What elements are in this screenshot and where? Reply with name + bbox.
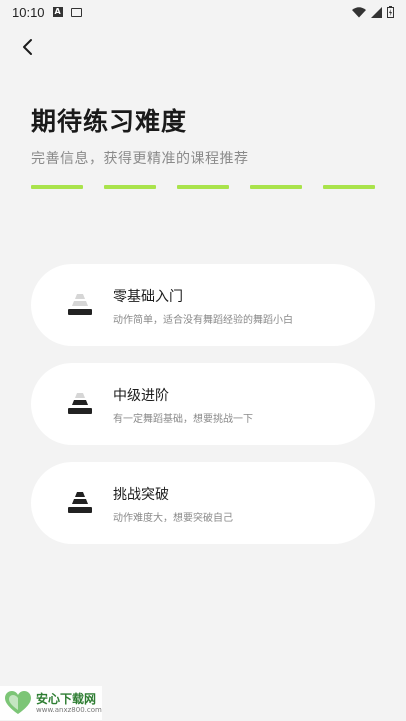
notification-card-icon: [70, 7, 82, 17]
watermark: 安心下载网 www.anxz800.com: [0, 686, 102, 720]
notification-a-icon: A: [52, 7, 63, 17]
option-description: 动作简单，适合没有舞蹈经验的舞蹈小白: [113, 315, 293, 326]
heart-logo-icon: [5, 691, 31, 714]
difficulty-level-icon: [68, 393, 92, 414]
progress-step: [250, 185, 302, 189]
signal-icon: [371, 6, 382, 18]
status-bar: 10:10 A: [0, 0, 406, 24]
option-description: 动作难度大，想要突破自己: [113, 513, 233, 524]
progress-step: [323, 185, 375, 189]
difficulty-level-icon: [68, 294, 92, 315]
progress-bar: [31, 185, 375, 189]
watermark-title: 安心下载网: [36, 691, 97, 706]
option-beginner[interactable]: 零基础入门 动作简单，适合没有舞蹈经验的舞蹈小白: [31, 264, 375, 346]
page-title: 期待练习难度: [31, 107, 188, 136]
difficulty-level-icon: [68, 492, 92, 513]
chevron-left-icon: [23, 39, 32, 55]
option-description: 有一定舞蹈基础，想要挑战一下: [113, 414, 253, 425]
page-subtitle: 完善信息，获得更精准的课程推荐: [31, 151, 249, 167]
option-title: 零基础入门: [113, 289, 183, 305]
status-time: 10:10: [12, 4, 45, 20]
battery-icon: [387, 6, 394, 18]
progress-step: [177, 185, 229, 189]
watermark-url: www.anxz800.com: [36, 705, 102, 714]
option-title: 中级进阶: [113, 388, 169, 404]
option-intermediate[interactable]: 中级进阶 有一定舞蹈基础，想要挑战一下: [31, 363, 375, 445]
wifi-icon: [352, 6, 366, 17]
progress-step: [104, 185, 156, 189]
option-advanced[interactable]: 挑战突破 动作难度大，想要突破自己: [31, 462, 375, 544]
back-button[interactable]: [14, 33, 42, 61]
option-title: 挑战突破: [113, 487, 169, 503]
progress-step: [31, 185, 83, 189]
